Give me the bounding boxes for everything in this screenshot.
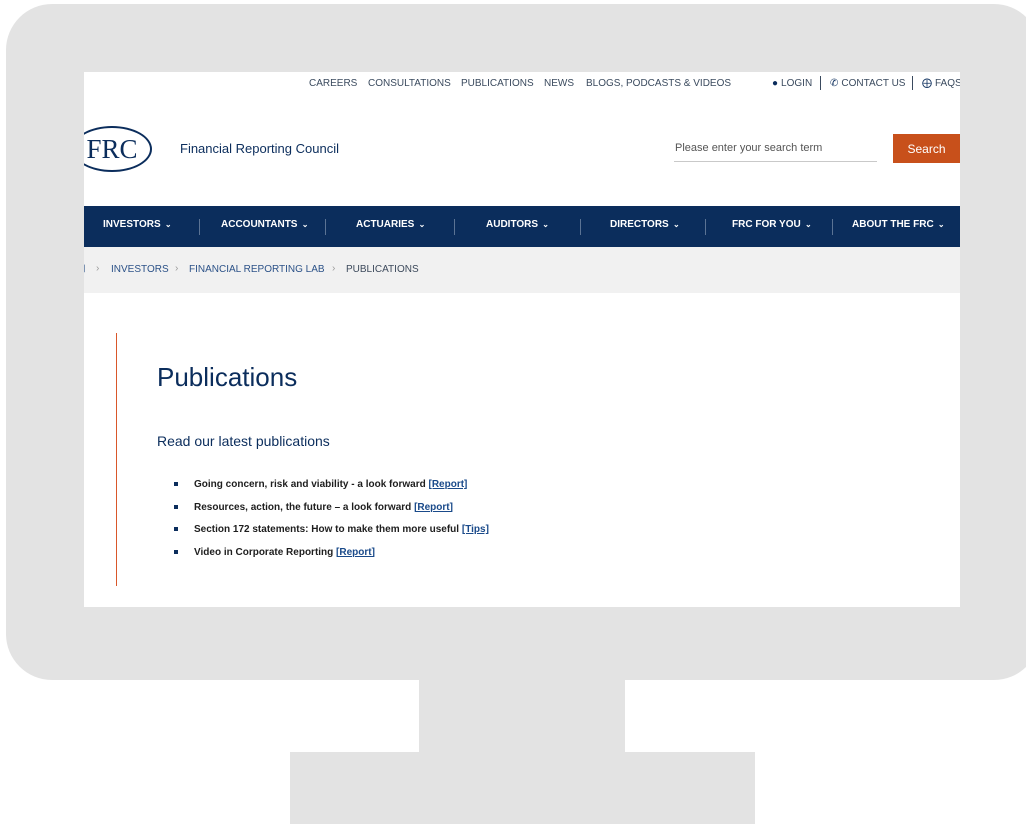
breadcrumb-publications: PUBLICATIONS: [346, 264, 419, 275]
report-link[interactable]: [Report]: [429, 479, 468, 490]
publication-title: Going concern, risk and viability - a lo…: [194, 479, 429, 490]
nav-divider: [199, 219, 200, 235]
square-bullet-icon: [174, 549, 178, 554]
nav-label: AUDITORS: [486, 219, 539, 230]
phone-icon: ✆: [830, 78, 839, 89]
nav-item-directors[interactable]: DIRECTORS ⌄: [610, 219, 680, 230]
accent-line: [116, 333, 117, 586]
utility-link-publications[interactable]: PUBLICATIONS: [461, 78, 534, 89]
utility-nav: CAREERS CONSULTATIONS PUBLICATIONS NEWS …: [84, 72, 960, 98]
nav-label: ACCOUNTANTS: [221, 219, 298, 230]
nav-divider: [580, 219, 581, 235]
list-item: Section 172 statements: How to make them…: [174, 524, 489, 547]
square-bullet-icon: [174, 504, 178, 509]
nav-label: DIRECTORS: [610, 219, 669, 230]
contact-link[interactable]: ✆ CONTACT US: [830, 78, 905, 89]
breadcrumb-financial-reporting-lab[interactable]: FINANCIAL REPORTING LAB: [189, 264, 325, 275]
chevron-right-icon: ›: [96, 263, 100, 274]
nav-divider: [832, 219, 833, 235]
breadcrumb: ▮ › INVESTORS › FINANCIAL REPORTING LAB …: [84, 247, 960, 293]
breadcrumb-investors[interactable]: INVESTORS: [111, 264, 169, 275]
nav-label: ABOUT THE FRC: [852, 219, 934, 230]
utility-link-blogs[interactable]: BLOGS, PODCASTS & VIDEOS: [586, 78, 731, 89]
chevron-down-icon: ⌄: [299, 220, 309, 229]
nav-item-about-the-frc[interactable]: ABOUT THE FRC ⌄: [852, 219, 945, 230]
nav-label: ACTUARIES: [356, 219, 415, 230]
list-item: Resources, action, the future – a look f…: [174, 502, 489, 525]
publication-title: Section 172 statements: How to make them…: [194, 524, 462, 535]
list-item: Going concern, risk and viability - a lo…: [174, 479, 489, 502]
publication-title: Resources, action, the future – a look f…: [194, 501, 415, 513]
faqs-label: FAQS: [935, 78, 960, 89]
publication-list: Going concern, risk and viability - a lo…: [174, 479, 489, 569]
list-item: Video in Corporate Reporting [Report]: [174, 547, 489, 570]
chevron-down-icon: ⌄: [670, 220, 680, 229]
utility-divider: [820, 76, 821, 90]
login-label: LOGIN: [781, 78, 813, 89]
monitor-stand-neck: [419, 678, 625, 754]
chevron-down-icon: ⌄: [416, 220, 426, 229]
home-icon[interactable]: ▮: [84, 263, 86, 274]
logo-text: FRC: [86, 133, 138, 164]
publication-title: Video in Corporate Reporting: [194, 546, 337, 558]
login-link[interactable]: ● LOGIN: [772, 78, 812, 89]
report-link[interactable]: [Report]: [414, 502, 453, 513]
chevron-down-icon: ⌄: [935, 220, 945, 229]
nav-item-auditors[interactable]: AUDITORS ⌄: [486, 219, 549, 230]
nav-divider: [325, 219, 326, 235]
search-button[interactable]: Search: [893, 134, 960, 163]
nav-divider: [705, 219, 706, 235]
report-link[interactable]: [Report]: [336, 547, 375, 558]
utility-link-careers[interactable]: CAREERS: [309, 78, 357, 89]
square-bullet-icon: [174, 482, 178, 486]
nav-item-actuaries[interactable]: ACTUARIES ⌄: [356, 219, 425, 230]
tips-link[interactable]: [Tips]: [462, 524, 489, 535]
frc-logo[interactable]: FRC: [84, 126, 152, 172]
browser-screen: CAREERS CONSULTATIONS PUBLICATIONS NEWS …: [84, 72, 960, 607]
utility-link-consultations[interactable]: CONSULTATIONS: [368, 78, 451, 89]
contact-label: CONTACT US: [841, 78, 906, 89]
lifebuoy-icon: ⨁: [922, 78, 932, 89]
nav-label: INVESTORS: [103, 219, 161, 230]
page-subtitle: Read our latest publications: [157, 433, 330, 449]
utility-link-news[interactable]: NEWS: [544, 78, 574, 89]
utility-divider: [912, 76, 913, 90]
square-bullet-icon: [174, 527, 178, 531]
chevron-right-icon: ›: [332, 263, 336, 274]
nav-item-investors[interactable]: INVESTORS ⌄: [103, 219, 172, 230]
chevron-down-icon: ⌄: [162, 220, 172, 229]
nav-item-accountants[interactable]: ACCOUNTANTS ⌄: [221, 219, 308, 230]
chevron-down-icon: ⌄: [540, 220, 549, 229]
page-title: Publications: [157, 362, 298, 392]
nav-item-frc-for-you[interactable]: FRC FOR YOU ⌄: [732, 219, 812, 230]
search-input[interactable]: [674, 134, 877, 162]
faqs-link[interactable]: ⨁ FAQS: [922, 78, 960, 89]
nav-label: FRC FOR YOU: [732, 219, 801, 230]
nav-divider: [454, 219, 455, 235]
monitor-stand-base: [290, 752, 755, 824]
chevron-down-icon: ⌄: [802, 220, 812, 229]
chevron-right-icon: ›: [175, 263, 179, 274]
org-name[interactable]: Financial Reporting Council: [180, 141, 339, 156]
main-nav: INVESTORS ⌄ ACCOUNTANTS ⌄ ACTUARIES ⌄ AU…: [84, 206, 960, 247]
user-icon: ●: [772, 78, 779, 89]
